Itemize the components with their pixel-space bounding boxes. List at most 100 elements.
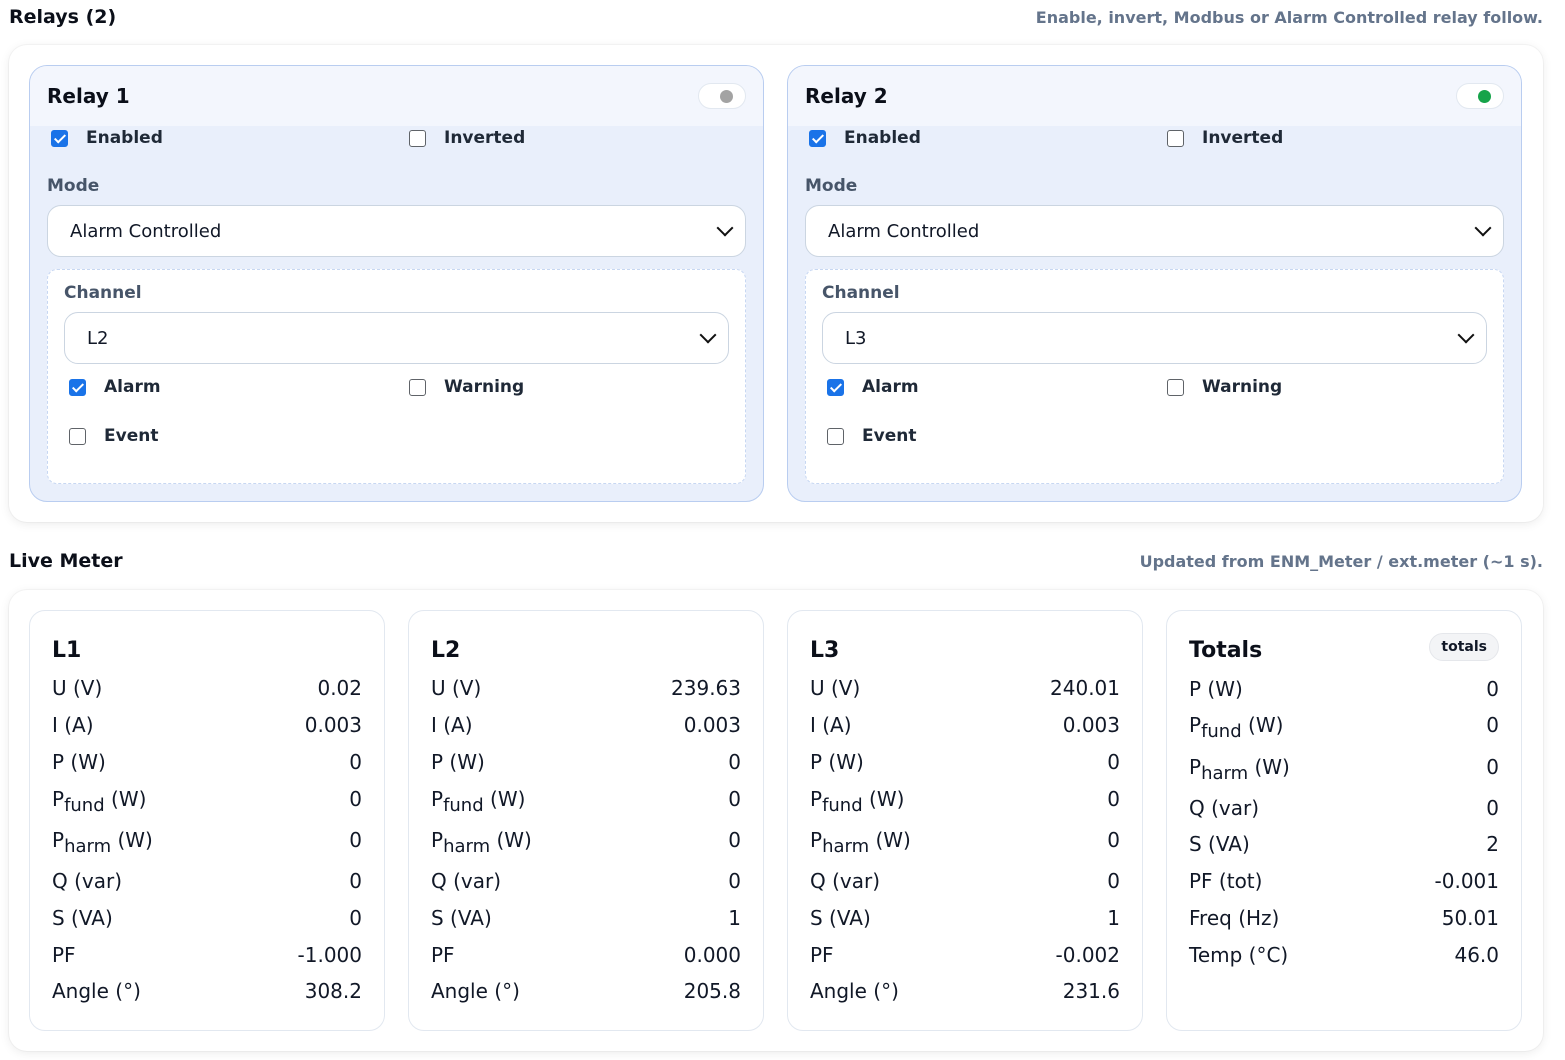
meter-row: Angle (°) 231.6 xyxy=(810,979,1120,1003)
meter-row: S (VA) 1 xyxy=(810,906,1120,930)
meter-row-value: 46.0 xyxy=(1454,943,1499,967)
relay-status-indicator xyxy=(698,83,746,109)
meter-section-hint: Updated from ENM_Meter / ext.meter (~1 s… xyxy=(1139,551,1543,571)
meter-row: P (W) 0 xyxy=(810,750,1120,774)
meter-row: PF (tot) -0.001 xyxy=(1189,869,1499,893)
meter-row-value: 0 xyxy=(728,828,741,852)
checkbox-icon[interactable] xyxy=(409,129,426,147)
channel-select[interactable]: L2 xyxy=(64,312,729,364)
phase-card-l2: L2 U (V) 239.63 I (A) 0.003 P (W) 0 Pfund (W) 0… xyxy=(408,610,764,1031)
meter-row: Pharm (W) 0 xyxy=(431,828,741,857)
meter-row-label: P (W) xyxy=(431,750,485,774)
meter-row-label: S (VA) xyxy=(1189,832,1250,856)
meter-section-title: Live Meter xyxy=(9,550,123,572)
meter-row-value: 205.8 xyxy=(683,979,741,1003)
warning-label: Warning xyxy=(1202,377,1283,397)
relay-title: Relay 1 xyxy=(47,84,130,108)
relays-section-hint: Enable, invert, Modbus or Alarm Controll… xyxy=(1035,7,1543,27)
meter-row: Q (var) 0 xyxy=(1189,796,1499,820)
phase-title: L3 xyxy=(810,638,840,663)
warning-checkbox[interactable]: Warning xyxy=(409,377,524,397)
meter-row-value: 1 xyxy=(1107,906,1120,930)
meter-row: Pfund (W) 0 xyxy=(431,787,741,815)
meter-row-label: U (V) xyxy=(431,676,482,700)
meter-row-label: Temp (°C) xyxy=(1189,943,1289,967)
checkbox-icon[interactable] xyxy=(827,378,844,396)
mode-select[interactable]: Alarm Controlled xyxy=(805,205,1504,257)
meter-row-value: -1.000 xyxy=(297,943,362,967)
channel-select[interactable]: L3 xyxy=(822,312,1487,364)
meter-row-label: Q (var) xyxy=(52,869,123,893)
relay-header: Relay 2 xyxy=(788,66,1521,126)
alarm-checkbox[interactable]: Alarm xyxy=(827,377,919,397)
meter-row-value: 0 xyxy=(1486,677,1499,701)
totals-card: Totals totals P (W) 0 Pfund (W) 0 Pharm (W) 0… xyxy=(1166,610,1522,1031)
channel-label: Channel xyxy=(64,283,142,303)
meter-row-label: S (VA) xyxy=(52,906,113,930)
meter-row-value: 1 xyxy=(728,906,741,930)
meter-row-value: 308.2 xyxy=(304,979,362,1003)
phase-title: L2 xyxy=(431,638,461,663)
meter-row: S (VA) 2 xyxy=(1189,832,1499,856)
mode-select[interactable]: Alarm Controlled xyxy=(47,205,746,257)
meter-row-label: PF xyxy=(431,943,455,967)
meter-row-value: 0.000 xyxy=(683,943,741,967)
event-checkbox[interactable]: Event xyxy=(69,426,158,446)
relay-card-2: Relay 2 Enabled Inverted Mode Alarm Cont… xyxy=(787,65,1522,502)
meter-row-value: 0 xyxy=(1107,828,1120,852)
meter-row-label: I (A) xyxy=(431,713,473,737)
relays-section-header: Relays (2) Enable, invert, Modbus or Ala… xyxy=(9,6,1543,28)
chevron-down-icon xyxy=(699,326,717,344)
meter-row-label: P (W) xyxy=(810,750,864,774)
meter-row: I (A) 0.003 xyxy=(52,713,362,737)
relay-status-indicator xyxy=(1456,83,1504,109)
channel-label: Channel xyxy=(822,283,900,303)
meter-row-label: Pfund (W) xyxy=(810,787,905,816)
mode-select-value: Alarm Controlled xyxy=(70,220,222,242)
mode-label: Mode xyxy=(805,176,858,196)
checkbox-icon[interactable] xyxy=(809,129,826,147)
meter-row: Pfund (W) 0 xyxy=(52,787,362,815)
checkbox-icon[interactable] xyxy=(1167,378,1184,396)
warning-checkbox[interactable]: Warning xyxy=(1167,377,1282,397)
meter-row-value: 0.003 xyxy=(304,713,362,737)
meter-row: U (V) 239.63 xyxy=(431,676,741,700)
checkbox-icon[interactable] xyxy=(409,378,426,396)
enabled-checkbox[interactable]: Enabled xyxy=(809,128,921,148)
mode-select-value: Alarm Controlled xyxy=(828,220,980,242)
channel-group: Channel L2 Alarm Warning Event xyxy=(47,269,746,484)
chevron-down-icon xyxy=(1474,219,1492,237)
meter-row: Pfund (W) 0 xyxy=(1189,713,1499,741)
meter-row-value: 0 xyxy=(1486,755,1499,779)
meter-row: Temp (°C) 46.0 xyxy=(1189,943,1499,967)
channel-group: Channel L3 Alarm Warning Event xyxy=(805,269,1504,484)
meter-row-label: U (V) xyxy=(810,676,861,700)
meter-row: P (W) 0 xyxy=(1189,677,1499,701)
checkbox-icon[interactable] xyxy=(69,427,86,445)
inverted-checkbox[interactable]: Inverted xyxy=(1167,128,1283,148)
meter-row-label: P (W) xyxy=(52,750,106,774)
meter-row: Freq (Hz) 50.01 xyxy=(1189,906,1499,930)
meter-row: Q (var) 0 xyxy=(431,869,741,893)
meter-row-label: Pharm (W) xyxy=(431,828,532,857)
checkbox-icon[interactable] xyxy=(51,129,68,147)
enabled-checkbox[interactable]: Enabled xyxy=(51,128,163,148)
alarm-checkbox[interactable]: Alarm xyxy=(69,377,161,397)
relay-header: Relay 1 xyxy=(30,66,763,126)
checkbox-icon[interactable] xyxy=(827,427,844,445)
meter-row-label: Angle (°) xyxy=(810,979,899,1003)
warning-label: Warning xyxy=(444,377,525,397)
meter-panel: L1 U (V) 0.02 I (A) 0.003 P (W) 0 Pfund (W) 0 Ph… xyxy=(9,590,1543,1051)
meter-row-value: 0 xyxy=(728,869,741,893)
meter-row-label: Q (var) xyxy=(810,869,881,893)
checkbox-icon[interactable] xyxy=(1167,129,1184,147)
event-checkbox[interactable]: Event xyxy=(827,426,916,446)
meter-row-label: S (VA) xyxy=(810,906,871,930)
meter-row-label: Pharm (W) xyxy=(810,828,911,857)
status-dot-icon xyxy=(1478,90,1491,103)
meter-row-label: PF (tot) xyxy=(1189,869,1263,893)
meter-row-label: Angle (°) xyxy=(52,979,141,1003)
relay-title: Relay 2 xyxy=(805,84,888,108)
inverted-checkbox[interactable]: Inverted xyxy=(409,128,525,148)
checkbox-icon[interactable] xyxy=(69,378,86,396)
